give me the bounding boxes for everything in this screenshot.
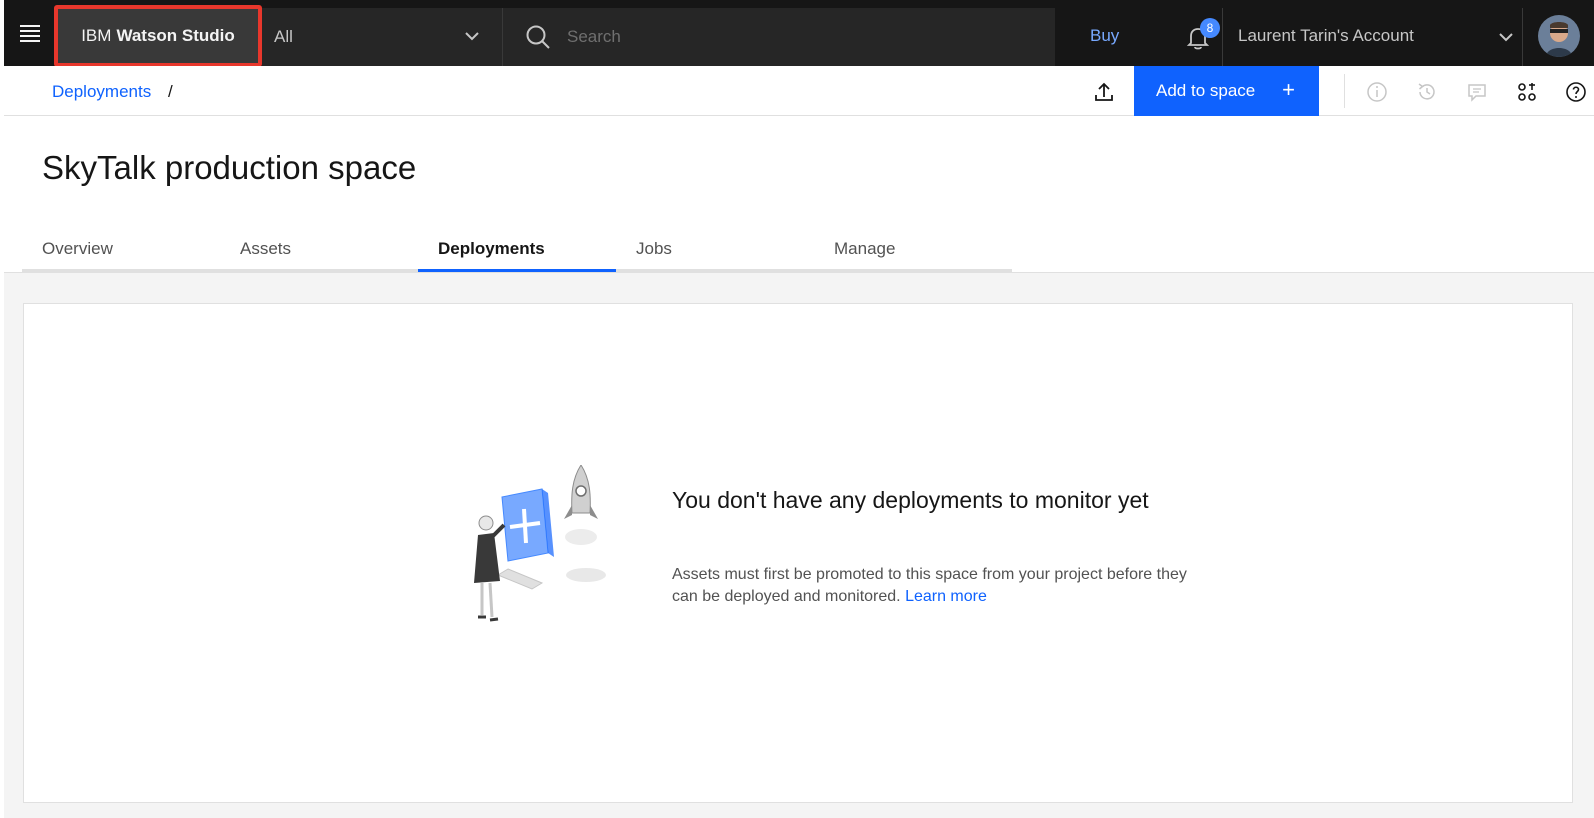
chevron-down-icon <box>465 32 479 41</box>
apps-icon[interactable] <box>1515 80 1539 104</box>
tab-jobs[interactable]: Jobs <box>616 226 814 272</box>
empty-state-description: Assets must first be promoted to this sp… <box>672 564 1192 608</box>
breadcrumb-separator: / <box>168 82 173 101</box>
comment-icon[interactable] <box>1465 80 1489 104</box>
empty-state-title: You don't have any deployments to monito… <box>672 487 1149 513</box>
help-icon[interactable] <box>1564 80 1588 104</box>
sub-toolbar: Deployments / Add to space + <box>4 66 1594 116</box>
top-header: IBM Watson Studio All Search Buy 8 Laure… <box>0 0 1594 67</box>
brand-prefix: IBM <box>81 26 112 45</box>
header-divider <box>1222 8 1223 66</box>
account-switcher[interactable]: Laurent Tarin's Account <box>1238 26 1528 46</box>
page-title: SkyTalk production space <box>42 149 417 186</box>
scope-dropdown[interactable]: All <box>262 8 502 66</box>
tab-manage[interactable]: Manage <box>814 226 1012 272</box>
add-icon: + <box>1282 77 1295 102</box>
avatar[interactable] <box>1538 15 1580 57</box>
tab-deployments[interactable]: Deployments <box>418 226 616 272</box>
breadcrumb[interactable]: Deployments <box>52 82 151 102</box>
account-name: Laurent Tarin's Account <box>1238 26 1414 45</box>
tab-assets[interactable]: Assets <box>220 226 418 272</box>
tab-list: Overview Assets Deployments Jobs Manage <box>22 226 1030 272</box>
buy-link[interactable]: Buy <box>1090 26 1119 46</box>
learn-more-link[interactable]: Learn more <box>905 588 987 605</box>
search-input[interactable]: Search <box>567 27 621 47</box>
notification-badge: 8 <box>1200 18 1220 38</box>
upload-icon[interactable] <box>1092 80 1116 104</box>
menu-icon[interactable] <box>20 25 42 43</box>
toolbar-divider <box>1344 74 1345 108</box>
tab-overview[interactable]: Overview <box>22 226 220 272</box>
brand-name: Watson Studio <box>116 26 235 45</box>
search-icon <box>526 25 550 49</box>
history-icon[interactable] <box>1415 80 1439 104</box>
empty-state-card <box>23 303 1573 803</box>
rocket-illustration <box>474 465 606 622</box>
scope-selected: All <box>274 27 293 46</box>
info-icon[interactable] <box>1365 80 1389 104</box>
add-to-space-label: Add to space <box>1156 81 1256 100</box>
search-bar[interactable]: Search <box>502 8 1055 66</box>
chevron-down-icon <box>1499 33 1513 42</box>
header-divider <box>1522 8 1523 66</box>
product-switcher[interactable]: IBM Watson Studio <box>54 5 262 67</box>
add-to-space-button[interactable]: Add to space + <box>1134 66 1319 116</box>
